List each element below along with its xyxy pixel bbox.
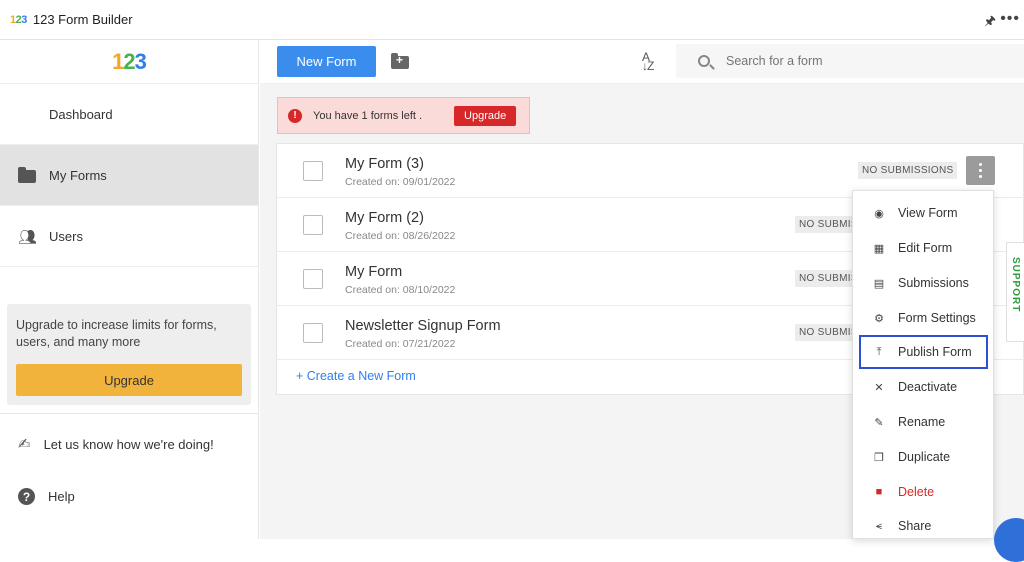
- sidebar-item-users[interactable]: 👥︎ Users: [0, 206, 258, 267]
- menu-item-edit-form[interactable]: ▦ Edit Form: [853, 231, 995, 265]
- menu-item-publish-form[interactable]: ⤒ Publish Form: [859, 335, 988, 369]
- users-icon: 👥︎: [18, 229, 38, 246]
- menu-item-delete[interactable]: ■ Delete: [853, 475, 995, 509]
- help-icon: ?: [18, 488, 35, 505]
- form-created-date: Created on: 08/26/2022: [345, 230, 456, 242]
- create-new-form-link[interactable]: + Create a New Form: [296, 369, 416, 383]
- status-badge: NO SUBMISSIONS: [858, 162, 958, 179]
- row-checkbox[interactable]: [303, 215, 323, 235]
- search-bar: [676, 44, 1024, 78]
- copy-icon: ❐: [874, 451, 884, 464]
- sidebar-item-dashboard[interactable]: Dashboard: [0, 84, 258, 145]
- eye-icon: ◉: [874, 207, 884, 220]
- row-checkbox[interactable]: [303, 161, 323, 181]
- form-created-date: Created on: 08/10/2022: [345, 284, 456, 296]
- form-context-menu: ◉ View Form ▦ Edit Form ▤ Submissions ⚙︎…: [852, 190, 994, 539]
- sidebar-item-label: My Forms: [49, 167, 107, 183]
- edit-form-icon: ▦: [873, 242, 885, 255]
- new-folder-icon[interactable]: [391, 53, 409, 69]
- form-name[interactable]: My Form (3): [345, 156, 424, 172]
- search-icon: [698, 55, 710, 67]
- more-icon[interactable]: •••: [1000, 10, 1020, 28]
- title-bar: 123 123 Form Builder 🖈︎ •••: [0, 0, 1024, 40]
- pin-icon[interactable]: 🖈︎: [984, 12, 996, 34]
- sidebar-item-label: Users: [49, 228, 83, 244]
- alert-icon: !: [288, 108, 302, 123]
- gear-icon: ⚙︎: [874, 312, 884, 325]
- share-icon: ⪪: [875, 519, 883, 532]
- submissions-icon: ▤: [873, 277, 885, 290]
- sort-az-icon[interactable]: A ↓Z: [642, 51, 654, 72]
- menu-item-form-settings[interactable]: ⚙︎ Form Settings: [853, 301, 995, 335]
- form-name[interactable]: My Form: [345, 264, 402, 280]
- toolbar: New Form A↓Z: [260, 40, 1024, 84]
- chat-widget-button[interactable]: [994, 518, 1024, 562]
- help-link[interactable]: ? Help: [18, 488, 75, 505]
- form-name[interactable]: Newsletter Signup Form: [345, 318, 501, 334]
- sidebar: 123 Dashboard My Forms 👥︎ Users Upgrade …: [0, 40, 259, 539]
- sidebar-logo[interactable]: 123: [0, 40, 258, 84]
- alert-message: You have 1 forms left .: [313, 109, 423, 122]
- status-badge: NO SUBMISSIONS: [795, 324, 853, 341]
- upgrade-promo-text: Upgrade to increase limits for forms, us…: [16, 318, 217, 349]
- menu-item-deactivate[interactable]: ✕ Deactivate: [853, 370, 995, 404]
- feedback-pen-icon: ✍︎: [18, 436, 31, 453]
- deactivate-icon: ✕: [874, 381, 884, 394]
- upgrade-promo: Upgrade to increase limits for forms, us…: [7, 304, 251, 405]
- new-form-button[interactable]: New Form: [277, 46, 376, 77]
- row-menu-button[interactable]: [966, 156, 995, 185]
- pencil-icon: ✎︎: [874, 416, 884, 429]
- menu-item-view-form[interactable]: ◉ View Form: [853, 196, 995, 230]
- form-created-date: Created on: 07/21/2022: [345, 338, 456, 350]
- form-name[interactable]: My Form (2): [345, 210, 424, 226]
- status-badge: NO SUBMISSIONS: [795, 216, 853, 233]
- sidebar-divider: [0, 413, 259, 414]
- dashboard-icon: [18, 106, 36, 122]
- row-checkbox[interactable]: [303, 323, 323, 343]
- app-title: 123 Form Builder: [32, 12, 133, 27]
- sidebar-item-label: Dashboard: [49, 106, 113, 122]
- menu-item-share[interactable]: ⪪ Share: [853, 509, 995, 543]
- forms-limit-alert: ! You have 1 forms left . Upgrade: [277, 97, 530, 134]
- feedback-link[interactable]: ✍︎ Let us know how we're doing!: [18, 435, 214, 453]
- row-checkbox[interactable]: [303, 269, 323, 289]
- publish-icon: ⤒: [876, 345, 882, 358]
- app-logo-icon: 123: [10, 13, 27, 26]
- trash-icon: ■: [875, 486, 883, 498]
- sidebar-item-my-forms[interactable]: My Forms: [0, 145, 258, 206]
- menu-item-duplicate[interactable]: ❐ Duplicate: [853, 440, 995, 474]
- search-input[interactable]: [726, 54, 1006, 68]
- folder-icon: [18, 167, 36, 183]
- status-badge: NO SUBMISSIONS: [795, 270, 853, 287]
- support-tab[interactable]: SUPPORT: [1006, 242, 1024, 342]
- menu-item-rename[interactable]: ✎︎ Rename: [853, 405, 995, 439]
- alert-upgrade-button[interactable]: Upgrade: [454, 105, 517, 126]
- menu-item-submissions[interactable]: ▤ Submissions: [853, 266, 995, 300]
- form-created-date: Created on: 09/01/2022: [345, 176, 456, 188]
- sidebar-upgrade-button[interactable]: Upgrade: [16, 364, 242, 396]
